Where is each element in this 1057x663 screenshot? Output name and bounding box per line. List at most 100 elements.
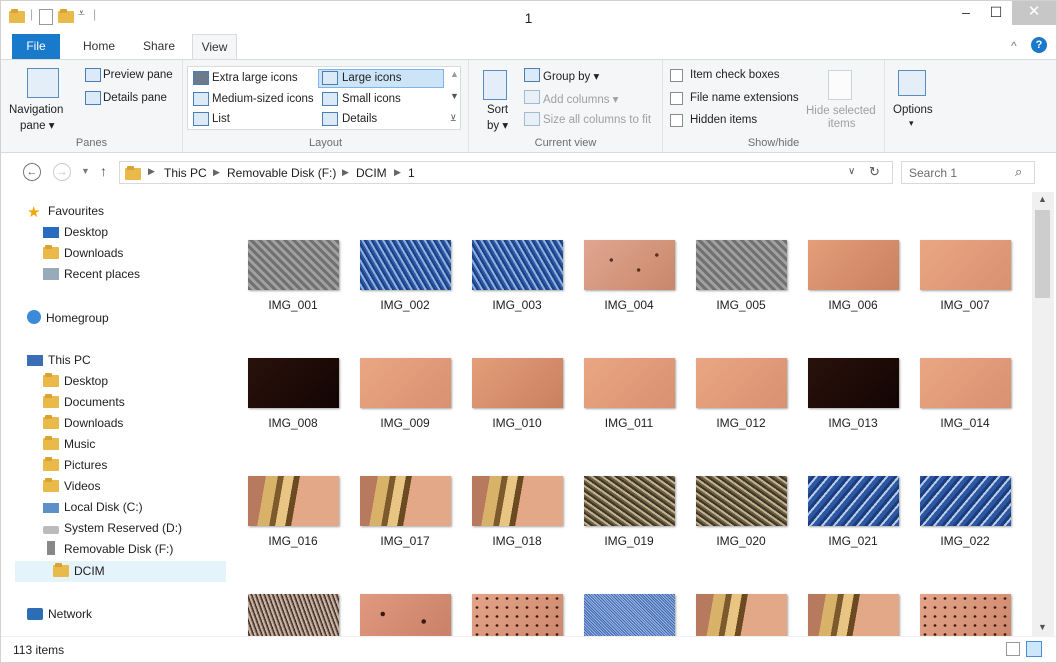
gallery-up-icon[interactable]: ▲ xyxy=(450,69,459,79)
file-tile[interactable] xyxy=(467,594,567,636)
refresh-icon[interactable]: ↻ xyxy=(869,164,880,180)
image-thumbnail[interactable] xyxy=(360,476,451,526)
scrollbar-thumb[interactable] xyxy=(1035,210,1050,298)
image-thumbnail[interactable] xyxy=(920,476,1011,526)
file-tile[interactable]: IMG_008 xyxy=(243,358,343,448)
large-icons-view-icon[interactable] xyxy=(1026,641,1042,657)
nav-pc-system-reserved-d[interactable]: System Reserved (D:) xyxy=(43,518,182,538)
file-name-extensions-label[interactable]: File name extensions xyxy=(690,92,799,104)
file-name-label[interactable]: IMG_022 xyxy=(915,534,1015,548)
file-tile[interactable]: IMG_016 xyxy=(243,476,343,566)
image-thumbnail[interactable] xyxy=(248,476,339,526)
address-dropdown-icon[interactable]: ∨ xyxy=(848,166,855,177)
file-tile[interactable] xyxy=(803,594,903,636)
breadcrumb-chevron-icon[interactable]: ▶ xyxy=(148,166,155,177)
search-icon[interactable]: ⌕ xyxy=(1015,164,1022,180)
vertical-scrollbar[interactable]: ▲ ▼ xyxy=(1032,192,1054,636)
breadcrumb-removable-disk[interactable]: Removable Disk (F:) xyxy=(227,166,336,180)
file-name-label[interactable]: IMG_009 xyxy=(355,416,455,430)
hidden-items-label[interactable]: Hidden items xyxy=(690,114,757,126)
forward-button[interactable]: → xyxy=(53,163,71,181)
image-thumbnail[interactable] xyxy=(472,240,563,290)
image-thumbnail[interactable] xyxy=(584,358,675,408)
file-name-label[interactable]: IMG_011 xyxy=(579,416,679,430)
nav-network[interactable]: Network xyxy=(27,604,92,624)
image-thumbnail[interactable] xyxy=(248,594,339,636)
file-tile[interactable]: IMG_007 xyxy=(915,240,1015,330)
file-name-label[interactable]: IMG_019 xyxy=(579,534,679,548)
item-check-boxes-checkbox[interactable] xyxy=(670,69,683,82)
file-name-label[interactable]: IMG_001 xyxy=(243,298,343,312)
file-tile[interactable]: IMG_005 xyxy=(691,240,791,330)
recent-locations-icon[interactable]: ▼ xyxy=(81,166,90,176)
file-tile[interactable] xyxy=(915,594,1015,636)
nav-favourites[interactable]: ★ Favourites xyxy=(27,201,104,221)
nav-homegroup[interactable]: Homegroup xyxy=(27,308,109,328)
size-all-columns-button[interactable]: Size all columns to fit xyxy=(543,114,651,126)
file-tile[interactable]: IMG_010 xyxy=(467,358,567,448)
navigation-pane-dropdown[interactable]: pane ▾ xyxy=(20,118,55,132)
file-name-extensions-checkbox[interactable] xyxy=(670,92,683,105)
add-columns-button[interactable]: Add columns ▾ xyxy=(543,92,618,106)
file-name-label[interactable]: IMG_017 xyxy=(355,534,455,548)
search-box[interactable]: Search 1 ⌕ xyxy=(901,161,1035,184)
image-thumbnail[interactable] xyxy=(472,358,563,408)
file-name-label[interactable]: IMG_004 xyxy=(579,298,679,312)
file-list-view[interactable]: IMG_001 IMG_002 IMG_003 IMG_004 IMG_005 IMG_0… xyxy=(227,192,1032,636)
file-name-label[interactable]: IMG_003 xyxy=(467,298,567,312)
breadcrumb-1[interactable]: 1 xyxy=(408,166,415,180)
nav-fav-desktop[interactable]: Desktop xyxy=(43,222,108,242)
file-tile[interactable]: IMG_019 xyxy=(579,476,679,566)
file-tile[interactable] xyxy=(691,594,791,636)
file-name-label[interactable]: IMG_007 xyxy=(915,298,1015,312)
image-thumbnail[interactable] xyxy=(584,240,675,290)
file-name-label[interactable]: IMG_014 xyxy=(915,416,1015,430)
nav-pc-local-disk-c[interactable]: Local Disk (C:) xyxy=(43,497,143,517)
nav-pc-videos[interactable]: Videos xyxy=(43,476,100,496)
details-view-icon[interactable] xyxy=(1006,642,1020,656)
image-thumbnail[interactable] xyxy=(920,358,1011,408)
file-name-label[interactable]: IMG_021 xyxy=(803,534,903,548)
scroll-down-icon[interactable]: ▼ xyxy=(1038,622,1047,632)
back-button[interactable]: ← xyxy=(23,163,41,181)
image-thumbnail[interactable] xyxy=(696,476,787,526)
large-icons-option[interactable]: Large icons xyxy=(342,72,401,84)
file-tile[interactable]: IMG_022 xyxy=(915,476,1015,566)
tab-file[interactable]: File xyxy=(12,34,60,59)
image-thumbnail[interactable] xyxy=(696,594,787,636)
file-name-label[interactable]: IMG_020 xyxy=(691,534,791,548)
breadcrumb-chevron-icon[interactable]: ▶ xyxy=(213,167,220,178)
nav-pc-removable-disk-f[interactable]: Removable Disk (F:) xyxy=(43,539,173,559)
image-thumbnail[interactable] xyxy=(360,358,451,408)
file-tile[interactable]: IMG_013 xyxy=(803,358,903,448)
breadcrumb-chevron-icon[interactable]: ▶ xyxy=(342,167,349,178)
image-thumbnail[interactable] xyxy=(808,594,899,636)
address-bar[interactable]: ▶ This PC ▶ Removable Disk (F:) ▶ DCIM ▶… xyxy=(119,161,893,184)
image-thumbnail[interactable] xyxy=(472,594,563,636)
maximize-button[interactable]: ☐ xyxy=(981,1,1011,25)
help-icon[interactable]: ? xyxy=(1031,37,1047,53)
nav-fav-downloads[interactable]: Downloads xyxy=(43,243,123,263)
medium-icons-option[interactable]: Medium-sized icons xyxy=(212,93,314,105)
image-thumbnail[interactable] xyxy=(696,240,787,290)
sort-by-dropdown[interactable]: by ▾ xyxy=(487,118,508,132)
file-tile[interactable]: IMG_001 xyxy=(243,240,343,330)
file-tile[interactable]: IMG_020 xyxy=(691,476,791,566)
file-tile[interactable]: IMG_002 xyxy=(355,240,455,330)
file-name-label[interactable]: IMG_016 xyxy=(243,534,343,548)
image-thumbnail[interactable] xyxy=(360,594,451,636)
file-name-label[interactable]: IMG_012 xyxy=(691,416,791,430)
search-input[interactable]: Search 1 xyxy=(909,166,957,180)
options-dropdown-icon[interactable]: ▾ xyxy=(909,118,914,129)
file-tile[interactable]: IMG_004 xyxy=(579,240,679,330)
nav-pc-music[interactable]: Music xyxy=(43,434,95,454)
file-name-label[interactable]: IMG_018 xyxy=(467,534,567,548)
details-option[interactable]: Details xyxy=(342,113,377,125)
image-thumbnail[interactable] xyxy=(920,594,1011,636)
scroll-up-icon[interactable]: ▲ xyxy=(1038,194,1047,204)
image-thumbnail[interactable] xyxy=(248,358,339,408)
minimize-ribbon-icon[interactable]: ^ xyxy=(1011,39,1017,53)
image-thumbnail[interactable] xyxy=(808,476,899,526)
file-name-label[interactable]: IMG_008 xyxy=(243,416,343,430)
close-button[interactable]: ✕ xyxy=(1012,1,1056,25)
